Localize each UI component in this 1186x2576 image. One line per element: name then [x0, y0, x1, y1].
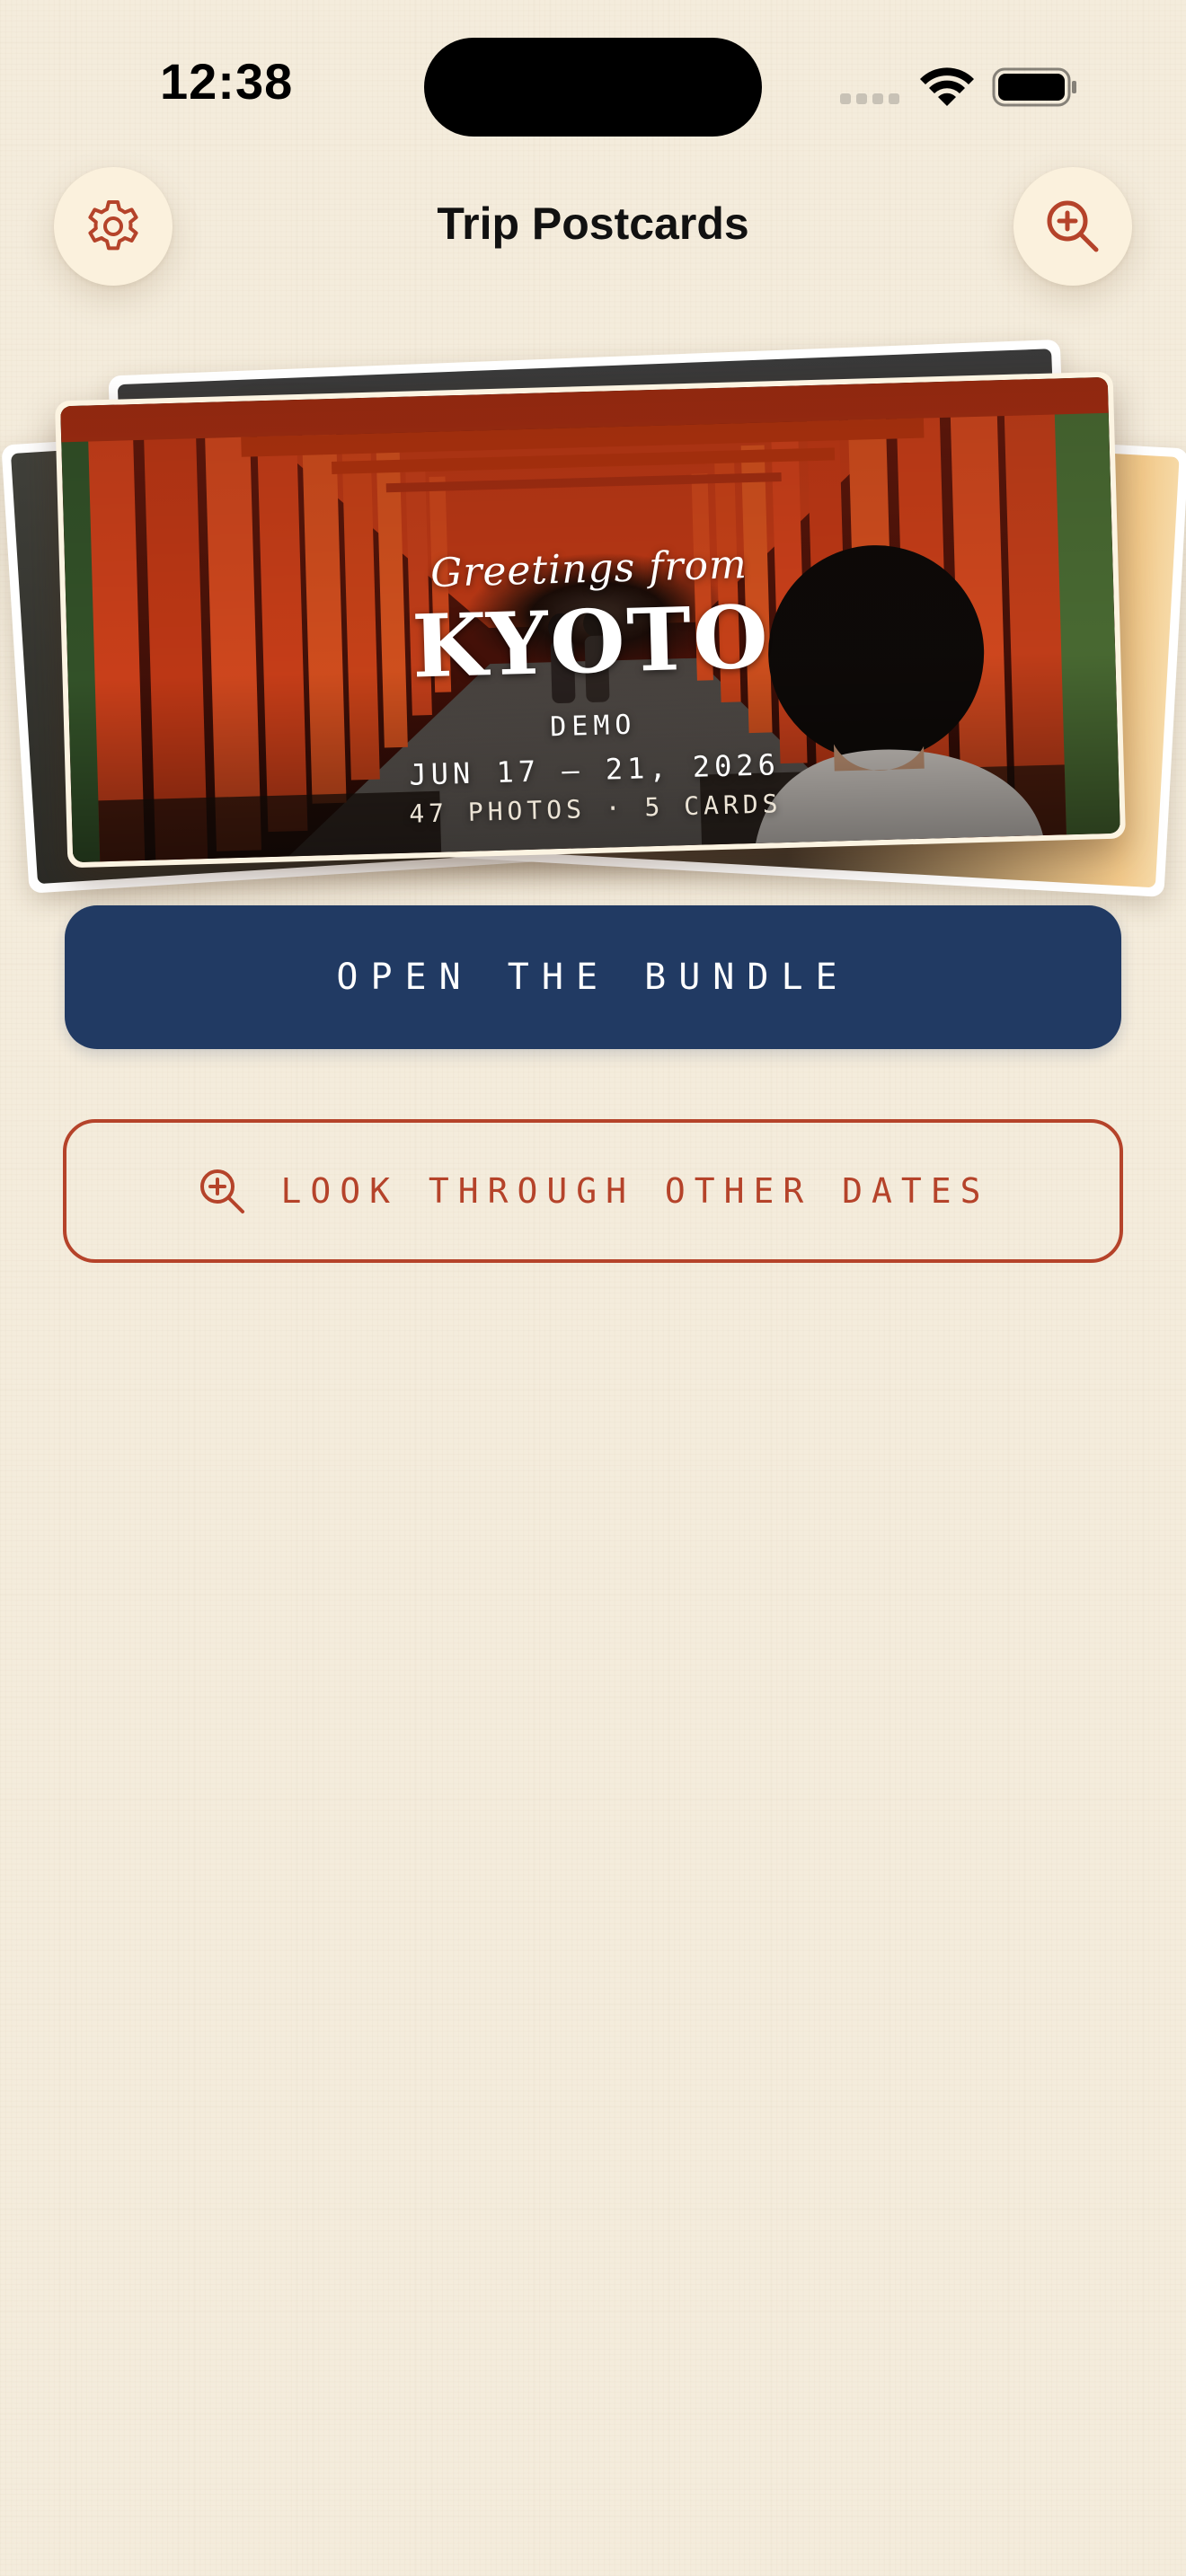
open-bundle-button[interactable]: OPEN THE BUNDLE [65, 905, 1121, 1049]
look-through-dates-button[interactable]: LOOK THROUGH OTHER DATES [63, 1119, 1123, 1263]
postcard-counts: 47 PHOTOS · 5 CARDS [408, 789, 783, 829]
dynamic-island [424, 38, 762, 137]
zoom-in-icon [1047, 200, 1099, 252]
postcard-city: KYOTO [411, 586, 772, 698]
zoom-in-icon [200, 1169, 245, 1213]
wifi-icon [920, 67, 974, 106]
look-through-dates-label: LOOK THROUGH OTHER DATES [280, 1171, 990, 1211]
postcard-stack[interactable]: Greetings from KYOTO DEMO JUN 17 — 21, 2… [0, 332, 1186, 897]
postcard-front[interactable]: Greetings from KYOTO DEMO JUN 17 — 21, 2… [54, 371, 1127, 869]
postcard-photo: Greetings from KYOTO DEMO JUN 17 — 21, 2… [60, 376, 1120, 863]
battery-icon [992, 67, 1076, 107]
postcard-dates: JUN 17 — 21, 2026 [408, 747, 781, 792]
status-time: 12:38 [160, 53, 294, 110]
postcard-tag: DEMO [549, 709, 637, 744]
open-bundle-label: OPEN THE BUNDLE [336, 957, 850, 998]
zoom-button[interactable] [1013, 167, 1132, 286]
page-title: Trip Postcards [437, 198, 749, 249]
cellular-signal-icon [840, 93, 901, 106]
